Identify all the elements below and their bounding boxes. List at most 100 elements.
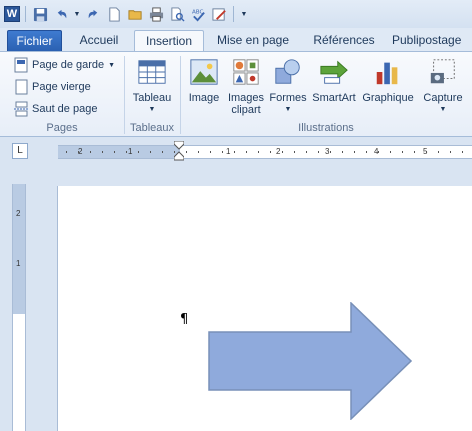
page-de-garde-label: Page de garde bbox=[32, 59, 105, 71]
page-de-garde-button[interactable]: Page de garde ▼ bbox=[14, 55, 115, 75]
horizontal-ruler[interactable]: 2 1 1 2 3 4 5 bbox=[58, 145, 472, 159]
images-clipart-label-1: Images bbox=[227, 92, 265, 104]
ribbon: Page de garde ▼ Page vierge Saut de page… bbox=[0, 51, 472, 137]
tableau-button[interactable]: Tableau ▼ bbox=[128, 56, 176, 116]
ruler-tick bbox=[126, 151, 127, 153]
tab-accueil[interactable]: Accueil bbox=[68, 30, 130, 52]
graphique-button[interactable]: Graphique bbox=[360, 56, 416, 104]
ruler-tick bbox=[330, 151, 331, 153]
shapes-icon bbox=[272, 56, 304, 88]
group-label-illustrations: Illustrations bbox=[298, 122, 354, 134]
ruler-tick bbox=[222, 151, 223, 153]
indent-marker-icon[interactable] bbox=[174, 141, 184, 161]
spelling-icon[interactable]: ABC bbox=[189, 5, 207, 23]
ruler-tick bbox=[102, 151, 103, 153]
tab-publipostage[interactable]: Publipostage bbox=[392, 30, 472, 52]
image-button[interactable]: Image bbox=[184, 56, 224, 104]
ruler-tick bbox=[342, 151, 343, 153]
quick-print-icon[interactable] bbox=[147, 5, 165, 23]
saut-de-page-button[interactable]: Saut de page bbox=[14, 99, 97, 119]
toolbar-separator bbox=[233, 6, 234, 22]
ruler-tick bbox=[258, 151, 259, 153]
redo-icon[interactable] bbox=[84, 5, 102, 23]
ruler-number: 2 bbox=[276, 147, 281, 156]
tab-selector-button[interactable]: L bbox=[12, 143, 28, 159]
screenshot-icon bbox=[427, 56, 459, 88]
ruler-tick bbox=[246, 151, 247, 153]
smartart-button[interactable]: SmartArt bbox=[310, 56, 358, 104]
formes-label: Formes bbox=[269, 92, 307, 104]
dropdown-arrow-icon: ▼ bbox=[148, 106, 156, 113]
tableau-label: Tableau bbox=[132, 92, 172, 104]
chart-icon bbox=[372, 56, 404, 88]
dropdown-arrow-icon: ▼ bbox=[284, 106, 292, 113]
ruler-row: L 2 1 1 2 3 4 5 bbox=[0, 137, 472, 169]
ruler-number: 1 bbox=[226, 147, 231, 156]
open-folder-icon[interactable] bbox=[126, 5, 144, 23]
images-clipart-label-2: clipart bbox=[231, 104, 261, 116]
capture-button[interactable]: Capture ▼ bbox=[418, 56, 468, 116]
tab-insertion[interactable]: Insertion bbox=[134, 30, 204, 53]
tab-fichier[interactable]: Fichier bbox=[7, 30, 62, 52]
ribbon-tabs: Fichier Accueil Insertion Mise en page R… bbox=[0, 28, 472, 53]
right-arrow-shape[interactable] bbox=[208, 302, 412, 420]
blank-page-icon bbox=[15, 79, 28, 95]
save-icon[interactable] bbox=[31, 5, 49, 23]
ruler-tick bbox=[78, 151, 79, 153]
print-preview-icon[interactable] bbox=[168, 5, 186, 23]
dropdown-arrow-icon: ▼ bbox=[439, 106, 447, 113]
clipart-icon bbox=[230, 56, 262, 88]
image-label: Image bbox=[188, 92, 220, 104]
ruler-tick bbox=[138, 151, 139, 153]
ruler-tick bbox=[186, 151, 187, 153]
group-label-pages: Pages bbox=[46, 122, 78, 134]
ruler-tick bbox=[462, 151, 463, 153]
ruler-tick bbox=[318, 151, 319, 153]
ruler-tick bbox=[90, 151, 91, 153]
ruler-tick bbox=[210, 151, 211, 153]
vertical-ruler[interactable]: 2 1 bbox=[12, 184, 26, 431]
smartart-icon bbox=[318, 56, 350, 88]
ruler-number: 1 bbox=[16, 259, 21, 268]
saut-de-page-label: Saut de page bbox=[32, 103, 98, 115]
ruler-tick bbox=[234, 151, 235, 153]
ruler-tick bbox=[150, 151, 151, 153]
ruler-tick bbox=[378, 151, 379, 153]
smartart-label: SmartArt bbox=[312, 92, 356, 104]
draw-table-icon[interactable] bbox=[210, 5, 228, 23]
images-clipart-button[interactable]: Images clipart bbox=[226, 56, 266, 116]
ruler-tick bbox=[414, 151, 415, 153]
ruler-tick bbox=[66, 151, 67, 153]
graphique-label: Graphique bbox=[362, 92, 414, 104]
cover-page-icon bbox=[14, 57, 28, 73]
ruler-number: 1 bbox=[128, 147, 133, 156]
ruler-number: 2 bbox=[16, 209, 21, 218]
ruler-tick bbox=[366, 151, 367, 153]
ruler-tick bbox=[390, 151, 391, 153]
table-icon bbox=[136, 56, 168, 88]
text-cursor-pilcrow-icon: ¶ bbox=[180, 312, 189, 327]
ruler-tick bbox=[294, 151, 295, 153]
top-margin-area bbox=[13, 184, 25, 314]
tab-mise-en-page[interactable]: Mise en page bbox=[210, 30, 296, 52]
new-document-icon[interactable] bbox=[105, 5, 123, 23]
formes-button[interactable]: Formes ▼ bbox=[268, 56, 308, 116]
ruler-tick bbox=[402, 151, 403, 153]
page-vierge-button[interactable]: Page vierge bbox=[14, 77, 91, 97]
ruler-tick bbox=[162, 151, 163, 153]
ruler-tick bbox=[282, 151, 283, 153]
ruler-tick bbox=[438, 151, 439, 153]
undo-icon[interactable] bbox=[52, 5, 70, 23]
ruler-tick bbox=[354, 151, 355, 153]
word-logo-icon[interactable]: W bbox=[4, 6, 20, 22]
picture-icon bbox=[188, 56, 220, 88]
ruler-tick bbox=[114, 151, 115, 153]
page-break-icon bbox=[14, 101, 28, 117]
ruler-tick bbox=[426, 151, 427, 153]
dropdown-arrow-icon: ▼ bbox=[108, 61, 116, 69]
tab-references[interactable]: Références bbox=[304, 30, 384, 52]
customize-toolbar-icon[interactable]: ▼ bbox=[239, 5, 249, 23]
capture-label: Capture bbox=[423, 92, 463, 104]
undo-dropdown-icon[interactable]: ▼ bbox=[73, 5, 81, 23]
page-vierge-label: Page vierge bbox=[32, 81, 91, 93]
